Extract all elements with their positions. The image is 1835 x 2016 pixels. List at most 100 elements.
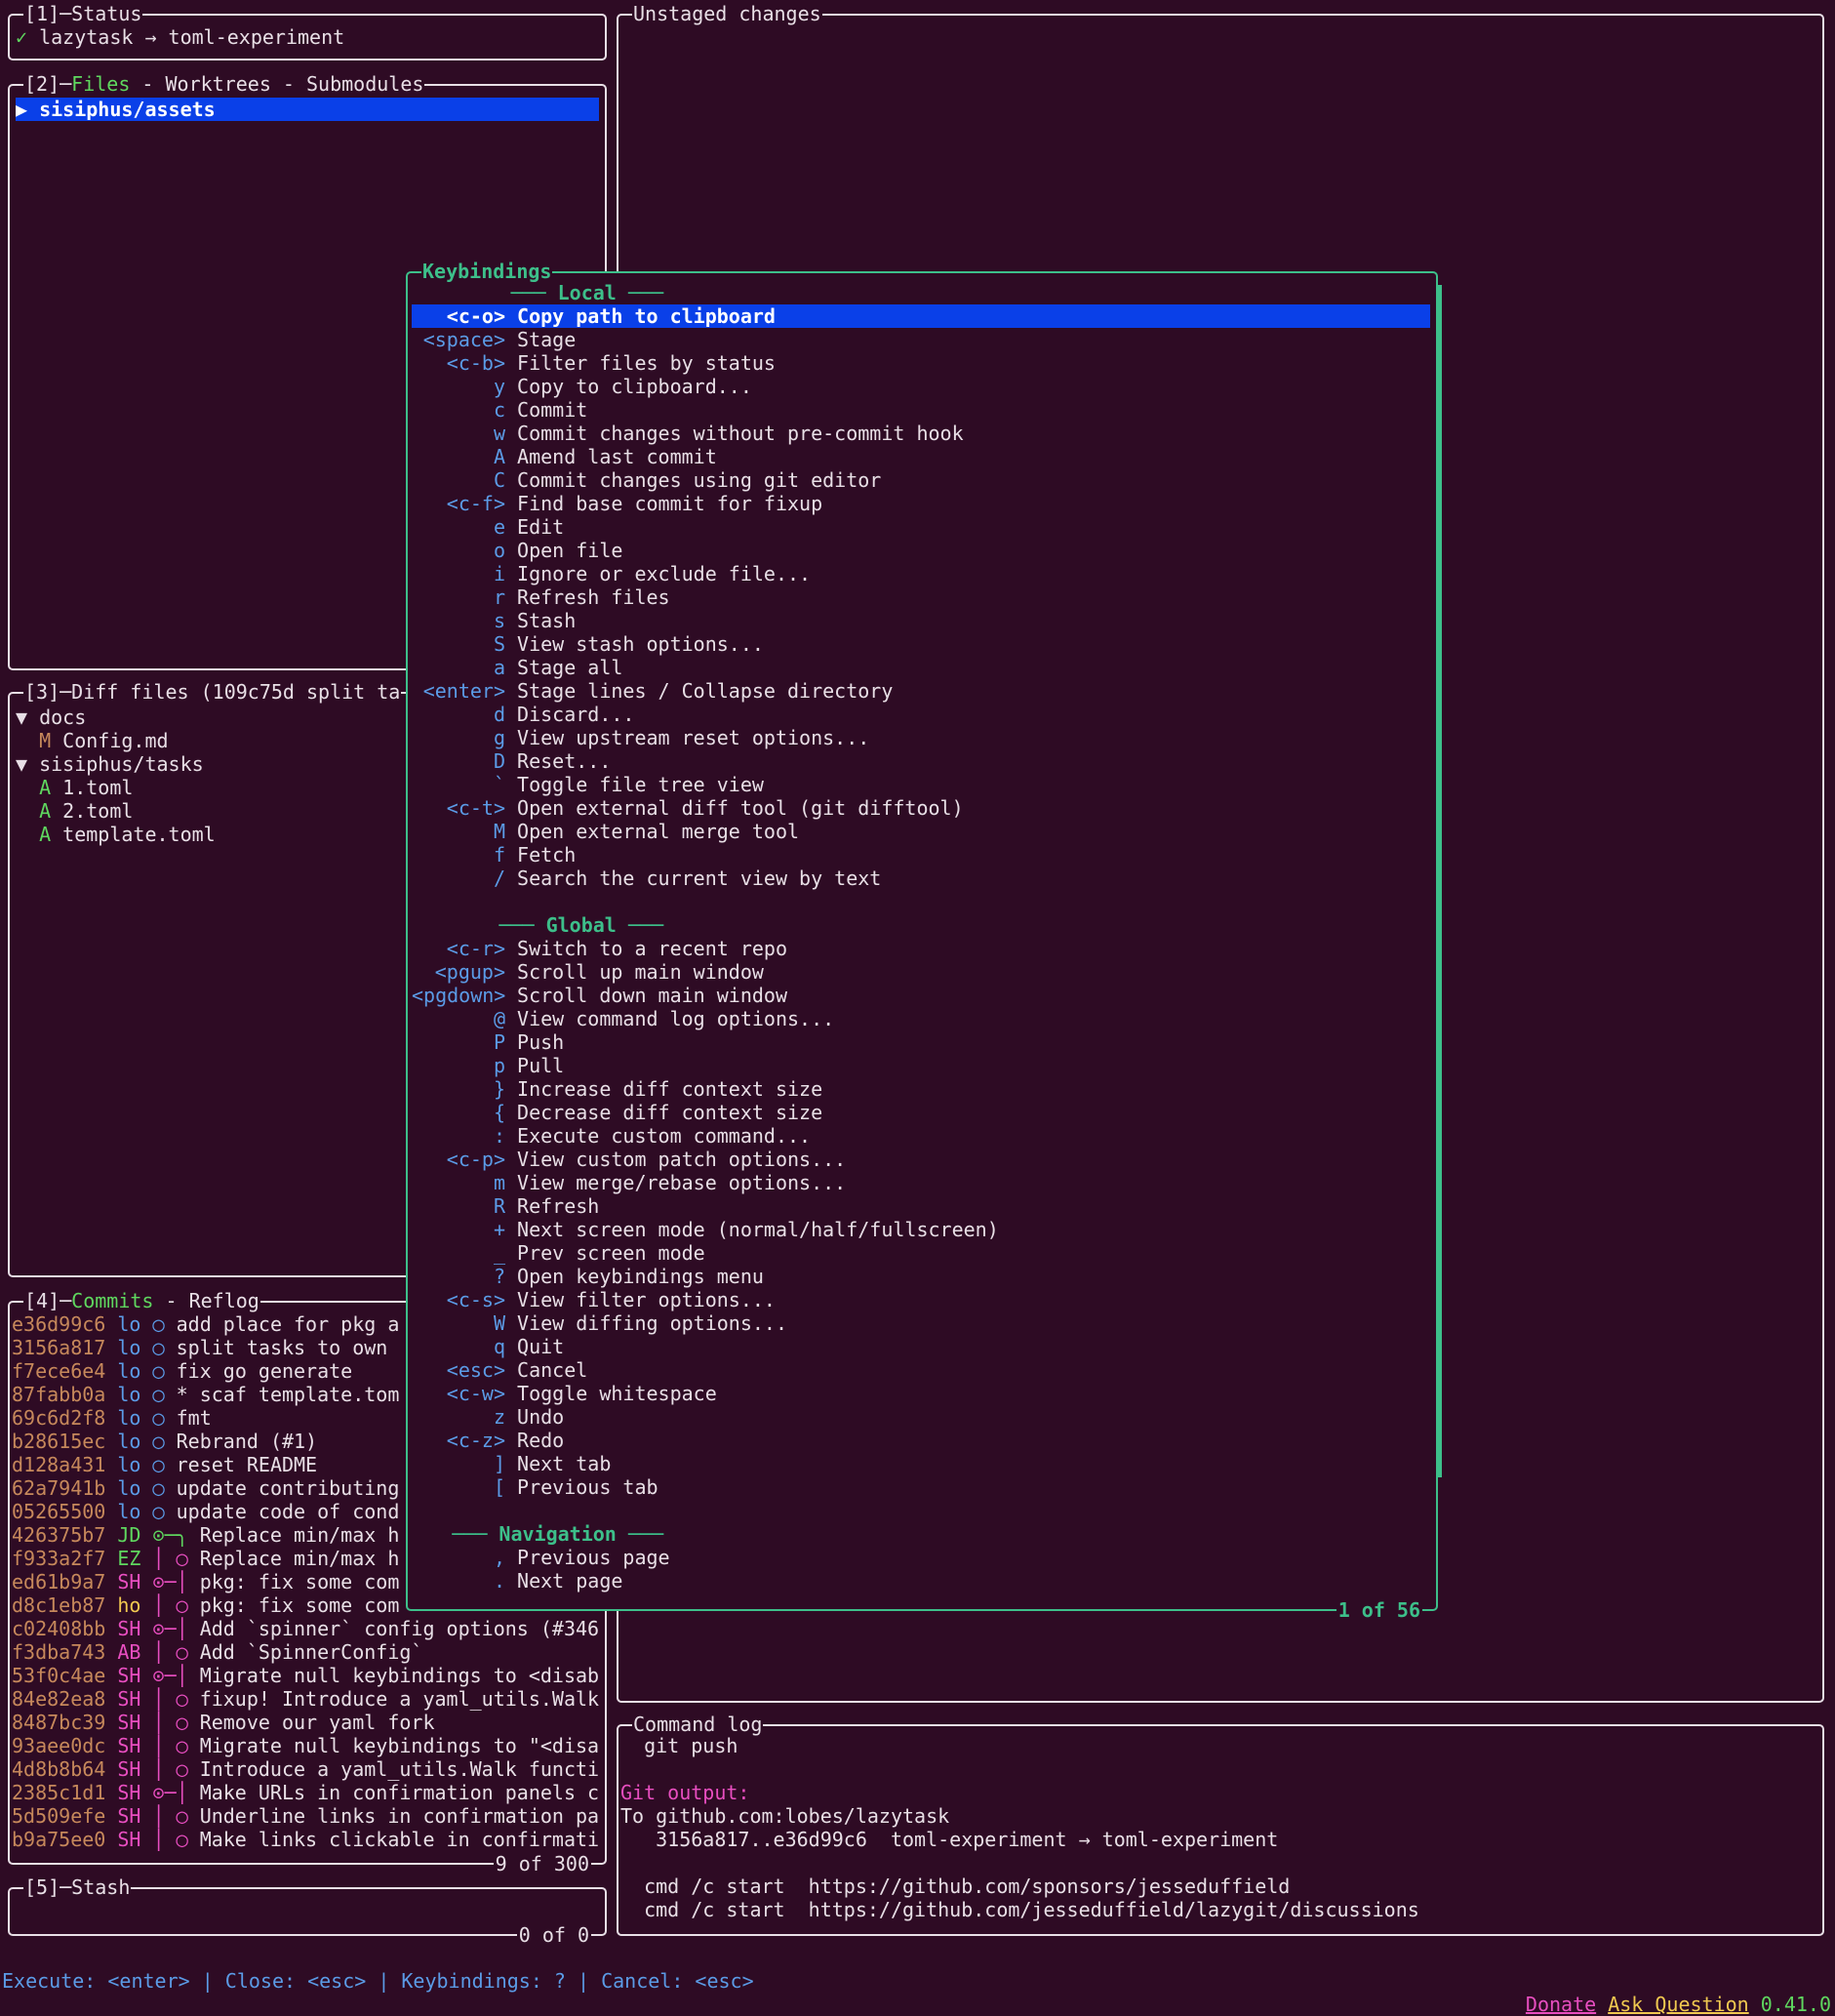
keybinding-item[interactable]: y Copy to clipboard... [412,375,1430,398]
keybindings-section-header: ─── Global ─── [412,913,663,937]
keybinding-key: P [493,1030,505,1054]
keybinding-item[interactable]: } Increase diff context size [412,1077,1430,1101]
keybinding-item[interactable]: A Amend last commit [412,445,1430,468]
commit-graph-icon: ◯ [152,1406,165,1430]
keybinding-item[interactable]: <c-o> Copy path to clipboard [412,304,1430,328]
keybinding-item[interactable]: d Discard... [412,703,1430,726]
commit-hash: 5d509efe [12,1804,106,1828]
commits-panel-title[interactable]: [4]─Commits - Reflog [23,1289,260,1312]
tab-reflog[interactable]: - Reflog [153,1289,259,1312]
keybinding-item[interactable]: <c-s> View filter options... [412,1288,1430,1311]
keybinding-item[interactable]: , Previous page [412,1546,1430,1569]
keybinding-item[interactable]: P Push [412,1030,1430,1054]
keybinding-item[interactable]: @ View command log options... [412,1007,1430,1030]
commit-row[interactable]: 8487bc39 SH │ ◯ Remove our yaml fork [12,1711,599,1734]
stash-panel[interactable]: [5]─Stash 0 of 0 [8,1875,607,1947]
keybinding-item[interactable]: <c-t> Open external diff tool (git difft… [412,796,1430,820]
keybinding-item[interactable]: { Decrease diff context size [412,1101,1430,1124]
commit-author: AB [117,1640,141,1664]
keybinding-item[interactable]: g View upstream reset options... [412,726,1430,749]
keybinding-item[interactable]: <c-f> Find base commit for fixup [412,492,1430,515]
commit-author: ho [117,1593,141,1617]
files-panel-title[interactable]: [2]─Files - Worktrees - Submodules [23,72,425,96]
keybinding-item[interactable]: <c-w> Toggle whitespace [412,1382,1430,1405]
command-log-panel[interactable]: Command log git push Git output: To github… [617,1713,1824,1936]
keybinding-key: r [493,585,505,609]
keybinding-item[interactable]: ? Open keybindings menu [412,1265,1430,1288]
keybinding-item[interactable]: R Refresh [412,1194,1430,1218]
keybinding-item[interactable]: <pgdown> Scroll down main window [412,984,1430,1007]
keybinding-item[interactable]: s Stash [412,609,1430,632]
commit-message: fmt [176,1406,212,1430]
keybinding-item[interactable]: z Undo [412,1405,1430,1429]
command-log-line: Git output: [620,1781,750,1804]
keybinding-item[interactable]: ] Next tab [412,1452,1430,1475]
ask-question-link[interactable]: Ask Question [1608,1993,1749,2016]
status-panel[interactable]: [1]─Status ✓ lazytask → toml-experiment [8,2,607,60]
keybinding-item[interactable]: : Execute custom command... [412,1124,1430,1148]
commit-row[interactable]: 93aee0dc SH │ ◯ Migrate null keybindings… [12,1734,599,1757]
commit-hash: 93aee0dc [12,1734,106,1757]
commit-row[interactable]: f3dba743 AB │ ◯ Add `SpinnerConfig` [12,1640,599,1664]
keybinding-item[interactable]: <c-b> Filter files by status [412,351,1430,375]
command-log-title: Command log [632,1713,764,1736]
commit-row[interactable]: 84e82ea8 SH │ ◯ fixup! Introduce a yaml_… [12,1687,599,1711]
keybinding-item[interactable]: q Quit [412,1335,1430,1358]
commit-row[interactable]: b9a75ee0 SH │ ◯ Make links clickable in … [12,1828,599,1851]
keybinding-item[interactable]: [ Previous tab [412,1475,1430,1499]
keybinding-item[interactable]: D Reset... [412,749,1430,773]
keybinding-item[interactable]: r Refresh files [412,585,1430,609]
commit-row[interactable]: 53f0c4ae SH ⊙─│ Migrate null keybindings… [12,1664,599,1687]
status-line[interactable]: ✓ lazytask → toml-experiment [16,25,599,49]
keybinding-item[interactable]: c Commit [412,398,1430,422]
keybinding-item[interactable]: p Pull [412,1054,1430,1077]
commit-row[interactable]: 5d509efe SH │ ◯ Underline links in confi… [12,1804,599,1828]
tab-commits[interactable]: Commits [71,1289,153,1312]
keybinding-item[interactable]: o Open file [412,539,1430,562]
tab-worktrees-submodules[interactable]: - Worktrees - Submodules [130,72,423,96]
keybinding-item[interactable]: m View merge/rebase options... [412,1171,1430,1194]
keybinding-item[interactable]: w Commit changes without pre-commit hook [412,422,1430,445]
keybinding-item[interactable]: ` Toggle file tree view [412,773,1430,796]
keybinding-item[interactable]: e Edit [412,515,1430,539]
donate-link[interactable]: Donate [1526,1993,1596,2016]
keybinding-item[interactable]: + Next screen mode (normal/half/fullscre… [412,1218,1430,1241]
keybinding-item[interactable]: M Open external merge tool [412,820,1430,843]
keybinding-item[interactable]: _ Prev screen mode [412,1241,1430,1265]
commit-message: add place for pkg a [176,1312,400,1336]
keybinding-item[interactable]: <c-z> Redo [412,1429,1430,1452]
keybinding-item[interactable]: <enter> Stage lines / Collapse directory [412,679,1430,703]
commit-author: SH [117,1781,141,1804]
keybinding-key: <c-p> [446,1148,505,1171]
keybinding-item[interactable]: <esc> Cancel [412,1358,1430,1382]
keybinding-item[interactable]: C Commit changes using git editor [412,468,1430,492]
commit-row[interactable]: c02408bb SH ⊙─│ Add `spinner` config opt… [12,1617,599,1640]
keybinding-item[interactable]: / Search the current view by text [412,867,1430,890]
keybinding-item[interactable]: <c-p> View custom patch options... [412,1148,1430,1171]
keybindings-scrollbar[interactable] [1438,285,1442,1477]
keybinding-item[interactable]: a Stage all [412,656,1430,679]
keybinding-item[interactable]: W View diffing options... [412,1311,1430,1335]
keybinding-label: Filter files by status [517,351,776,375]
keybinding-label: Scroll down main window [517,984,787,1007]
keybinding-item[interactable]: . Next page [412,1569,1430,1593]
keybinding-key: <esc> [446,1358,505,1382]
keybinding-key: m [493,1171,505,1194]
keybinding-item[interactable]: f Fetch [412,843,1430,867]
keybinding-key: d [493,703,505,726]
file-item-selected[interactable]: ▶ sisiphus/assets [16,98,599,121]
keybindings-menu[interactable]: Keybindings ─── Local ─── <c-o> Copy path… [406,260,1442,1622]
keybinding-item[interactable]: <c-r> Switch to a recent repo [412,937,1430,960]
commit-row[interactable]: 2385c1d1 SH ⊙─│ Make URLs in confirmatio… [12,1781,599,1804]
tab-files[interactable]: Files [71,72,130,96]
keybinding-item[interactable]: <space> Stage [412,328,1430,351]
commit-author: JD [117,1523,141,1547]
keybinding-label: Decrease diff context size [517,1101,823,1124]
commit-hash: e36d99c6 [12,1312,106,1336]
keybinding-item[interactable]: <pgup> Scroll up main window [412,960,1430,984]
commit-graph-icon: │ ◯ [152,1547,188,1570]
keybinding-item[interactable]: S View stash options... [412,632,1430,656]
keybinding-key: W [493,1311,505,1335]
keybinding-item[interactable]: i Ignore or exclude file... [412,562,1430,585]
commit-row[interactable]: 4d8b8b64 SH │ ◯ Introduce a yaml_utils.W… [12,1757,599,1781]
